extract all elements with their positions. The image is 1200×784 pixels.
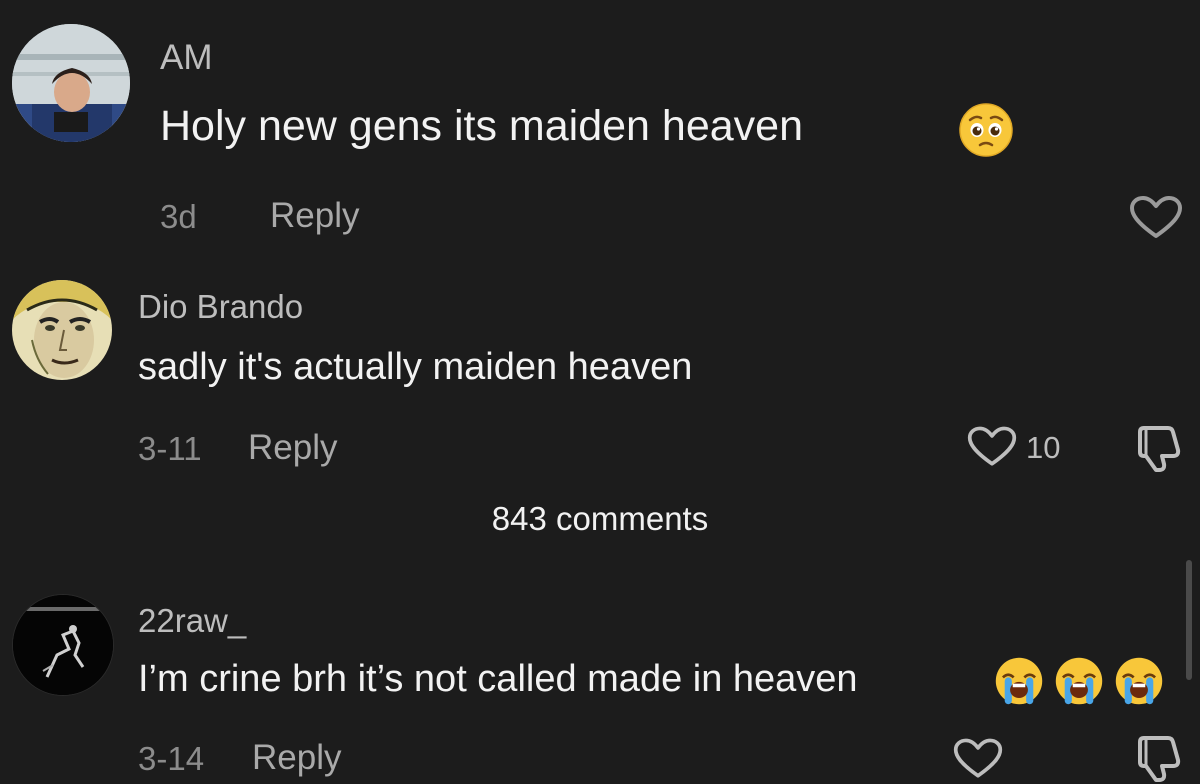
avatar[interactable] xyxy=(12,594,114,696)
scrollbar[interactable] xyxy=(1186,560,1192,680)
heart-icon[interactable] xyxy=(1128,196,1184,240)
heart-icon[interactable] xyxy=(966,426,1018,468)
loudly-crying-face-icon xyxy=(1114,656,1164,706)
pleading-face-icon xyxy=(958,102,1014,158)
like-count: 10 xyxy=(1026,430,1061,465)
loudly-crying-face-icon xyxy=(1054,656,1104,706)
reply-button[interactable]: Reply xyxy=(252,738,341,778)
comment-username[interactable]: Dio Brando xyxy=(138,288,303,326)
loudly-crying-face-icon xyxy=(994,656,1044,706)
heart-icon[interactable] xyxy=(952,738,1004,780)
dislike-icon[interactable] xyxy=(1134,424,1186,472)
reply-button[interactable]: Reply xyxy=(248,428,337,468)
avatar[interactable] xyxy=(12,24,130,142)
comment-timestamp: 3-11 xyxy=(138,430,202,467)
comment-text: Holy new gens its maiden heaven xyxy=(160,102,803,150)
dislike-icon[interactable] xyxy=(1134,734,1186,782)
comment-timestamp: 3d xyxy=(160,198,197,235)
avatar[interactable] xyxy=(12,280,112,380)
comment-username[interactable]: 22raw_ xyxy=(138,602,246,640)
comment-text: I’m crine brh it’s not called made in he… xyxy=(138,658,858,700)
comments-count[interactable]: 843 comments xyxy=(0,500,1200,538)
comment-timestamp: 3-14 xyxy=(138,740,205,777)
comment-username[interactable]: AM xyxy=(160,38,213,78)
reply-button[interactable]: Reply xyxy=(270,196,359,236)
comment-text: sadly it's actually maiden heaven xyxy=(138,346,693,388)
